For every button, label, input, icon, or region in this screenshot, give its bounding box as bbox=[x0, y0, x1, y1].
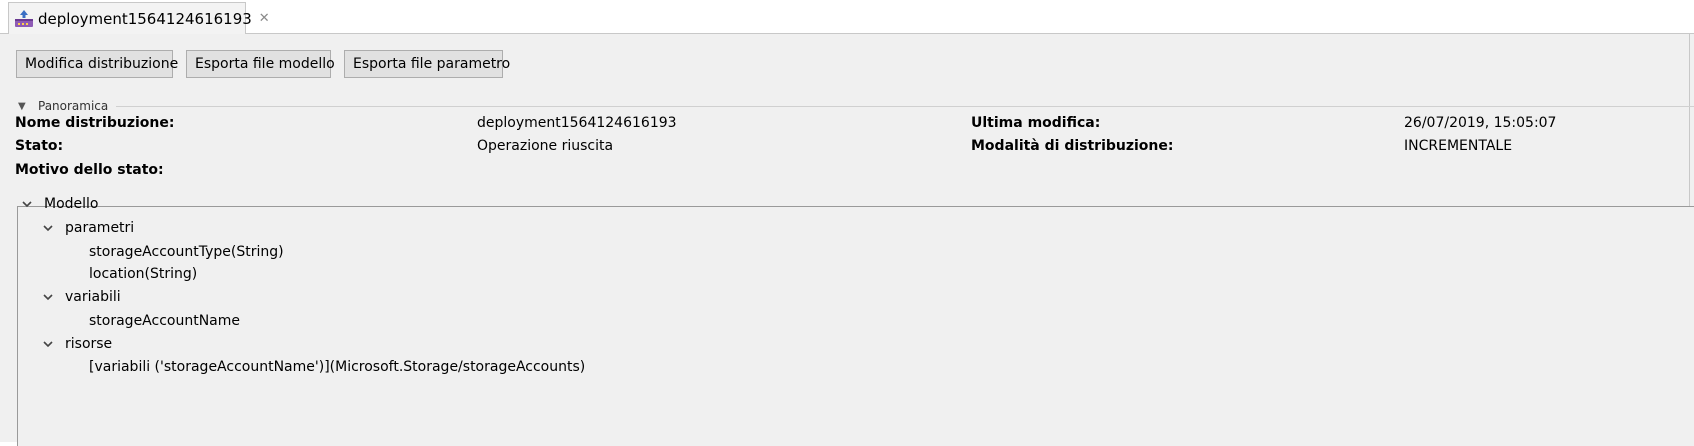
deployment-mode-value: INCREMENTALE bbox=[1404, 138, 1513, 154]
tree-leaf[interactable]: storageAccountName bbox=[89, 310, 240, 332]
export-template-button[interactable]: Esporta file modello bbox=[186, 50, 335, 78]
tree-leaf[interactable]: storageAccountType(String) bbox=[89, 241, 284, 263]
export-parameters-button[interactable]: Esporta file parametro bbox=[344, 50, 510, 78]
last-modified-value: 26/07/2019, 15:05:07 bbox=[1404, 115, 1557, 131]
last-modified-label: Ultima modifica: bbox=[971, 115, 1101, 131]
chevron-down-icon[interactable] bbox=[41, 221, 55, 235]
tree-node-label: risorse bbox=[65, 336, 113, 352]
tree-leaf-label: [variabili ('storageAccountName')](Micro… bbox=[89, 359, 586, 375]
deployment-name-label: Nome distribuzione: bbox=[15, 115, 175, 131]
state-value: Operazione riuscita bbox=[477, 138, 614, 154]
tab-title: deployment1564124616193 bbox=[38, 9, 252, 28]
deployment-mode-label: Modalità di distribuzione: bbox=[971, 138, 1174, 154]
tree-node-label: variabili bbox=[65, 289, 121, 305]
chevron-down-icon[interactable] bbox=[20, 197, 34, 211]
tree-node-label: parametri bbox=[65, 220, 135, 236]
section-divider bbox=[116, 105, 1694, 107]
tree-leaf[interactable]: [variabili ('storageAccountName')](Micro… bbox=[89, 356, 585, 378]
tree-leaf-label: location(String) bbox=[89, 266, 198, 282]
chevron-down-icon[interactable] bbox=[41, 290, 55, 304]
edit-deployment-button[interactable]: Modifica distribuzione bbox=[16, 50, 178, 78]
tree-node-parametri[interactable]: parametri bbox=[41, 217, 134, 239]
tree-node-root[interactable]: Modello bbox=[20, 193, 99, 215]
tree-node-risorse[interactable]: risorse bbox=[41, 333, 112, 355]
deployment-window: deployment1564124616193 ✕ Modifica distr… bbox=[0, 0, 1694, 446]
chevron-down-icon[interactable] bbox=[41, 337, 55, 351]
tree-node-label: Modello bbox=[44, 196, 99, 212]
collapse-triangle-icon[interactable]: ▼ bbox=[18, 101, 32, 112]
close-icon[interactable]: ✕ bbox=[259, 11, 270, 26]
deployment-name-value: deployment1564124616193 bbox=[477, 115, 677, 131]
tree-leaf-label: storageAccountType(String) bbox=[89, 244, 284, 260]
tree-leaf[interactable]: location(String) bbox=[89, 263, 197, 285]
editor-tab-bar: deployment1564124616193 ✕ bbox=[0, 0, 1694, 34]
overview-section-header: ▼ Panoramica bbox=[18, 98, 1694, 114]
state-label: Stato: bbox=[15, 138, 64, 154]
tree-node-variabili[interactable]: variabili bbox=[41, 286, 121, 308]
overview-title: Panoramica bbox=[38, 99, 109, 113]
tree-leaf-label: storageAccountName bbox=[89, 313, 241, 329]
tab-deployment[interactable]: deployment1564124616193 ✕ bbox=[8, 2, 270, 34]
state-reason-label: Motivo dello stato: bbox=[15, 162, 164, 178]
deployment-icon bbox=[13, 8, 35, 30]
